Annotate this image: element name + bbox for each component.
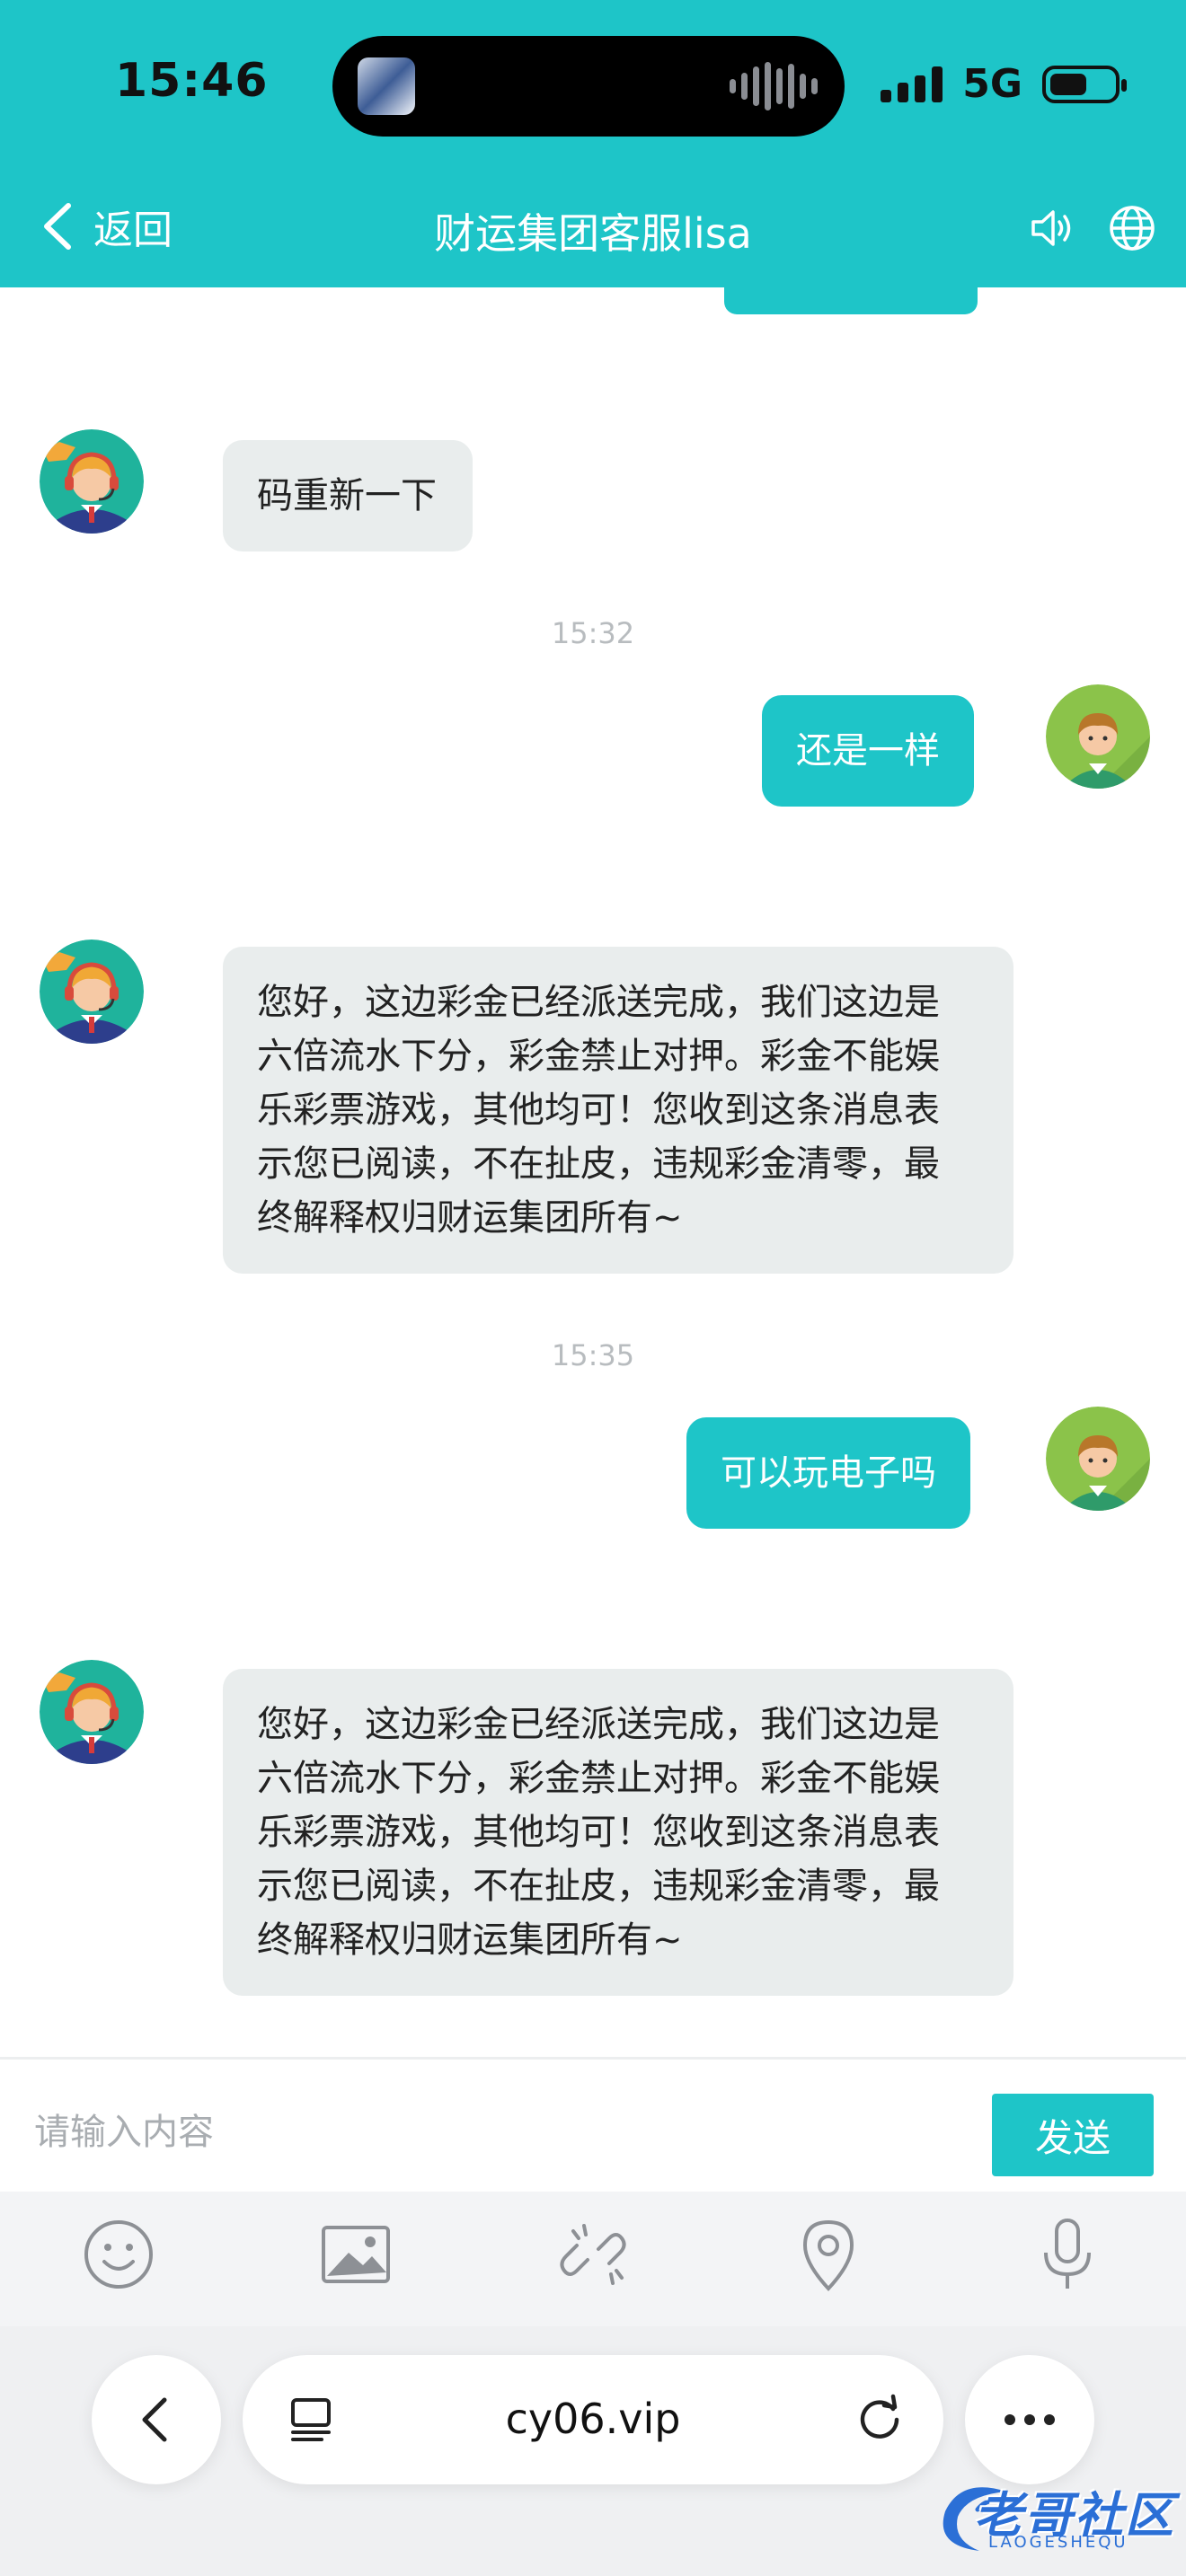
send-button[interactable]: 发送 xyxy=(992,2094,1154,2176)
incoming-message-bubble[interactable]: 码重新一下 xyxy=(223,440,473,551)
message-list[interactable]: 码重新一下 15:32 还是一样 您好，这边彩金已经派送完成，我们这边是 六倍流… xyxy=(0,287,1186,2057)
more-button[interactable] xyxy=(965,2355,1094,2484)
speaker-icon[interactable] xyxy=(1026,203,1076,253)
watermark-logo: 老哥社区 LAOGESHEQU xyxy=(925,2468,1177,2567)
message-line: 您好，这边彩金已经派送完成，我们这边是 xyxy=(257,1704,940,1745)
message-timestamp: 15:35 xyxy=(551,1338,635,1372)
message-line: 六倍流水下分，彩金禁止对押。彩金不能娱 xyxy=(257,1036,940,1077)
message-timestamp: 15:32 xyxy=(551,616,635,650)
message-text: 可以玩电子吗 xyxy=(721,1452,936,1494)
network-type: 5G xyxy=(962,61,1022,107)
user-avatar-icon xyxy=(1046,1407,1150,1511)
agent-avatar[interactable] xyxy=(40,429,144,534)
chevron-left-icon xyxy=(142,2397,167,2442)
message-line: 乐彩票游戏，其他均可！您收到这条消息表 xyxy=(257,1812,940,1853)
message-line: 终解释权归财运集团所有~ xyxy=(257,1197,683,1239)
status-icons: 5G xyxy=(881,61,1127,107)
message-input[interactable]: 请输入内容 xyxy=(34,2103,214,2155)
audio-wave-icon xyxy=(730,61,818,111)
message-line: 乐彩票游戏，其他均可！您收到这条消息表 xyxy=(257,1090,940,1131)
location-icon[interactable] xyxy=(787,2213,870,2296)
user-avatar[interactable] xyxy=(1046,1407,1150,1511)
reload-icon[interactable] xyxy=(854,2393,906,2445)
dynamic-island xyxy=(332,36,845,137)
incoming-message-bubble[interactable]: 您好，这边彩金已经派送完成，我们这边是 六倍流水下分，彩金禁止对押。彩金不能娱 … xyxy=(223,1669,1013,1996)
clipped-message-bubble xyxy=(724,287,978,314)
now-playing-thumbnail xyxy=(358,57,415,115)
agent-avatar[interactable] xyxy=(40,940,144,1044)
signal-icon xyxy=(881,66,943,102)
message-line: 示您已阅读，不在扯皮，违规彩金清零，最 xyxy=(257,1143,940,1185)
incoming-message-bubble[interactable]: 您好，这边彩金已经派送完成，我们这边是 六倍流水下分，彩金禁止对押。彩金不能娱 … xyxy=(223,947,1013,1274)
emoji-icon[interactable] xyxy=(77,2213,160,2296)
composer-bar: 请输入内容 发送 xyxy=(0,2057,1186,2192)
outgoing-message-bubble[interactable]: 可以玩电子吗 xyxy=(686,1417,970,1529)
message-text: 码重新一下 xyxy=(257,475,437,516)
microphone-icon[interactable] xyxy=(1026,2213,1109,2296)
watermark-subtext: LAOGESHEQU xyxy=(988,2533,1128,2552)
battery-icon xyxy=(1042,65,1127,103)
status-time: 15:46 xyxy=(115,54,269,108)
agent-avatar[interactable] xyxy=(40,1660,144,1764)
agent-avatar-icon xyxy=(40,429,144,534)
outgoing-message-bubble[interactable]: 还是一样 xyxy=(762,695,974,807)
link-icon[interactable] xyxy=(552,2213,634,2296)
message-text: 还是一样 xyxy=(796,730,940,772)
url-text: cy06.vip xyxy=(505,2395,681,2443)
chat-screen: 15:46 5G 返回 财运集团客服lisa 码重新一下 15:32 还是一样 … xyxy=(0,0,1186,2576)
header-bar: 15:46 5G 返回 财运集团客服lisa xyxy=(0,0,1186,287)
composer-toolbar xyxy=(0,2192,1186,2326)
message-line: 您好，这边彩金已经派送完成，我们这边是 xyxy=(257,982,940,1023)
message-line: 六倍流水下分，彩金禁止对押。彩金不能娱 xyxy=(257,1758,940,1799)
globe-icon[interactable] xyxy=(1107,203,1157,253)
user-avatar-icon xyxy=(1046,684,1150,789)
user-avatar[interactable] xyxy=(1046,684,1150,789)
agent-avatar-icon xyxy=(40,1660,144,1764)
more-icon xyxy=(1005,2414,1055,2425)
page-title: 财运集团客服lisa xyxy=(434,209,752,258)
message-line: 示您已阅读，不在扯皮，违规彩金清零，最 xyxy=(257,1866,940,1907)
browser-back-button[interactable] xyxy=(92,2355,221,2484)
message-line: 终解释权归财运集团所有~ xyxy=(257,1919,683,1961)
agent-avatar-icon xyxy=(40,940,144,1044)
image-icon[interactable] xyxy=(314,2213,397,2296)
address-bar[interactable]: cy06.vip xyxy=(243,2355,943,2484)
